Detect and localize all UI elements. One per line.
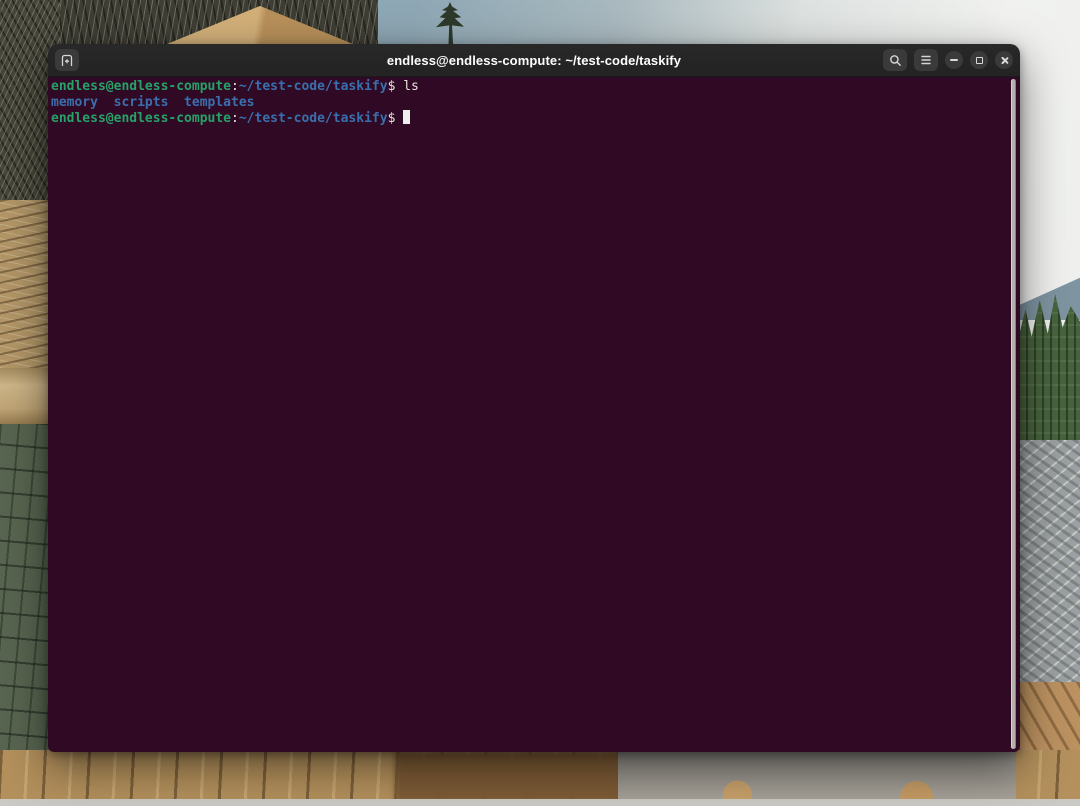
wallpaper-ground-strip	[0, 799, 1080, 806]
minimize-icon	[950, 59, 958, 61]
search-button[interactable]	[883, 49, 907, 71]
minimize-button[interactable]	[945, 51, 963, 69]
search-icon	[889, 54, 902, 67]
prompt-path: ~/test-code/taskify	[239, 111, 388, 126]
new-tab-icon	[60, 54, 74, 67]
terminal-titlebar[interactable]: endless@endless-compute: ~/test-code/tas…	[48, 44, 1020, 77]
scrollbar-thumb[interactable]	[1011, 79, 1016, 749]
terminal-window: endless@endless-compute: ~/test-code/tas…	[48, 44, 1020, 752]
wallpaper-dirt	[395, 752, 645, 802]
terminal-cursor	[403, 110, 410, 124]
maximize-icon	[976, 57, 983, 64]
titlebar-controls	[883, 49, 1013, 71]
close-button[interactable]	[995, 51, 1013, 69]
terminal-output-line: memory scripts templates	[51, 95, 1004, 111]
terminal-content[interactable]: endless@endless-compute:~/test-code/task…	[48, 77, 1020, 752]
close-icon	[1000, 56, 1009, 65]
prompt-user-host: endless@endless-compute	[51, 111, 231, 126]
window-title: endless@endless-compute: ~/test-code/tas…	[48, 53, 1020, 68]
wallpaper-boulder	[618, 750, 1016, 800]
new-tab-button[interactable]	[55, 49, 79, 71]
terminal-prompt-line: endless@endless-compute:~/test-code/task…	[51, 79, 1004, 95]
maximize-button[interactable]	[970, 51, 988, 69]
prompt-separator: :	[231, 79, 239, 94]
prompt-separator: :	[231, 111, 239, 126]
wallpaper-rock-scree	[1018, 440, 1080, 688]
terminal-prompt-line: endless@endless-compute:~/test-code/task…	[51, 110, 1004, 127]
hamburger-menu-icon	[920, 55, 932, 65]
menu-button[interactable]	[914, 49, 938, 71]
prompt-user-host: endless@endless-compute	[51, 79, 231, 94]
prompt-path: ~/test-code/taskify	[239, 79, 388, 94]
ls-output-directories: memory scripts templates	[51, 95, 255, 110]
command-text: ls	[395, 79, 418, 94]
scrollbar[interactable]	[1010, 79, 1018, 749]
cursor-gap	[395, 111, 403, 126]
